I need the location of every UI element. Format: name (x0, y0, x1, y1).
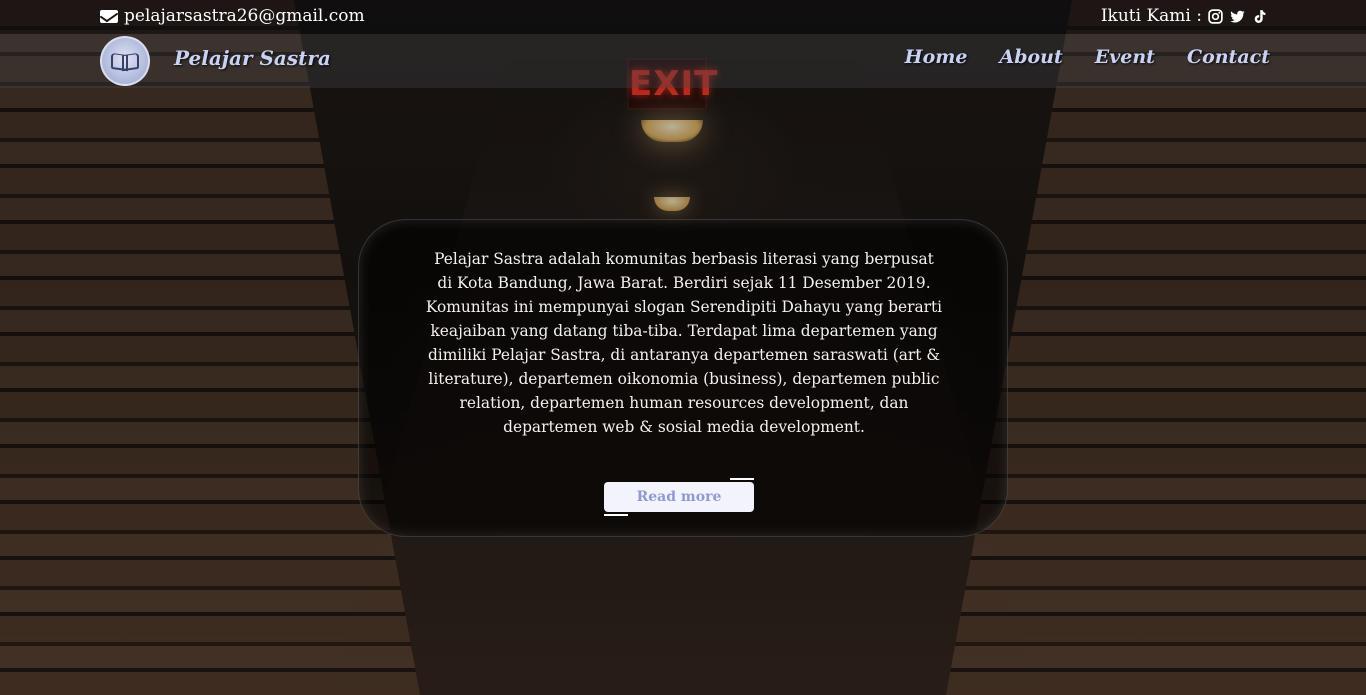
instagram-icon[interactable] (1206, 7, 1224, 25)
brand-name[interactable]: Pelajar Sastra (174, 46, 331, 70)
read-more-button[interactable]: Read more (604, 482, 754, 512)
nav-link-contact[interactable]: Contact (1187, 46, 1270, 68)
contact-email[interactable]: pelajarsastra26@gmail.com (100, 6, 365, 26)
follow-label: Ikuti Kami : (1100, 6, 1202, 26)
button-accent-bottom (604, 514, 628, 516)
intro-card: Pelajar Sastra adalah komunitas berbasis… (358, 219, 1008, 537)
twitter-icon[interactable] (1228, 7, 1246, 25)
envelope-icon (100, 9, 118, 23)
nav-link-event[interactable]: Event (1095, 46, 1155, 68)
site-logo[interactable] (100, 36, 150, 86)
community-description: Pelajar Sastra adalah komunitas berbasis… (425, 250, 943, 436)
tiktok-icon[interactable] (1250, 7, 1268, 25)
nav-link-home[interactable]: Home (905, 46, 968, 68)
follow-us: Ikuti Kami : (1101, 6, 1268, 26)
email-text[interactable]: pelajarsastra26@gmail.com (124, 6, 365, 26)
top-bar: pelajarsastra26@gmail.com Ikuti Kami : (0, 0, 1366, 34)
main-navigation: Home About Event Contact (905, 46, 1270, 68)
nav-link-about[interactable]: About (999, 46, 1062, 68)
open-book-icon (110, 52, 140, 70)
button-accent-top (730, 478, 754, 480)
